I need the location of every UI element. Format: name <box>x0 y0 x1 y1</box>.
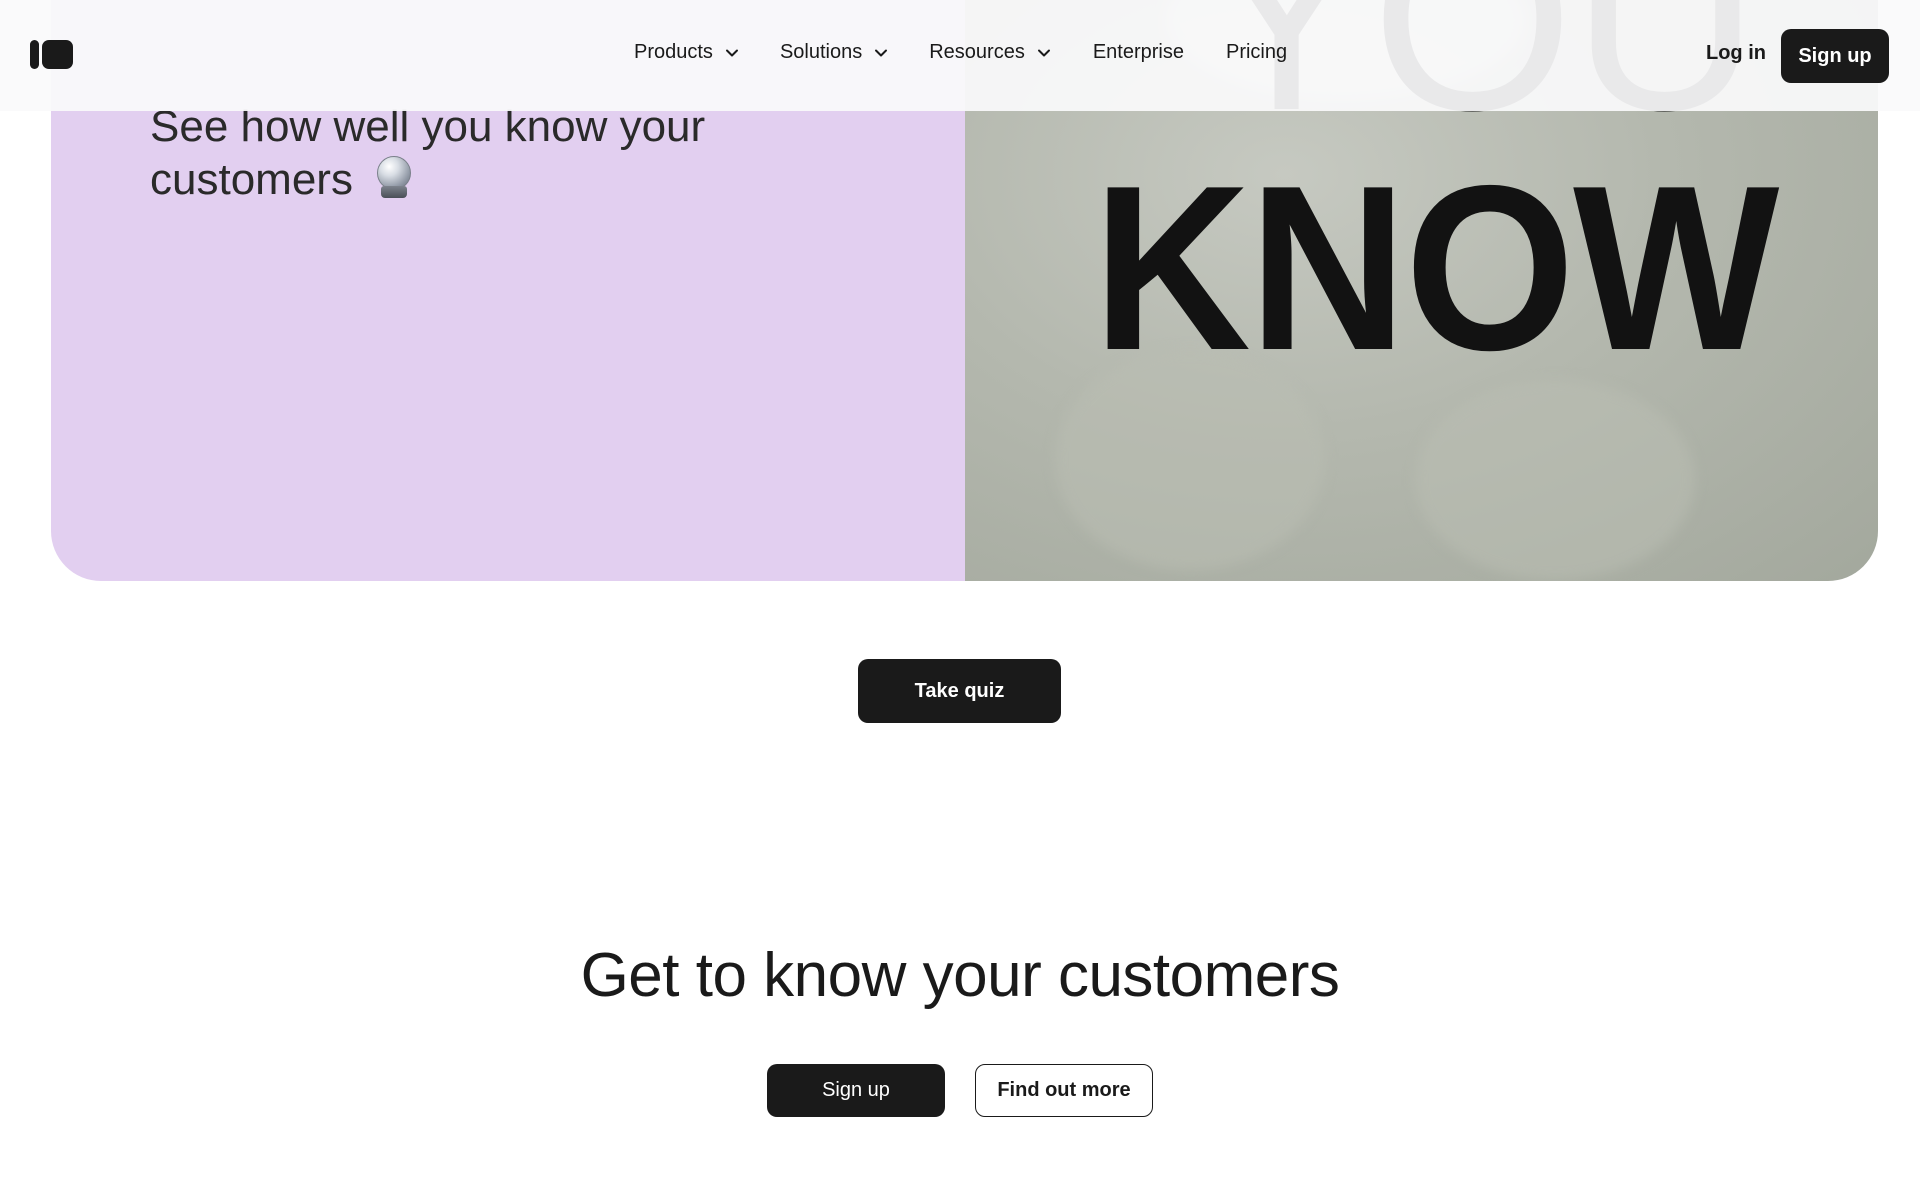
nav-item-label: Solutions <box>779 41 863 63</box>
cta-headline: Get to know your customers <box>580 941 1340 1010</box>
nav-item-resources[interactable]: Resources <box>929 41 1051 64</box>
signup-button[interactable]: Sign up <box>767 1064 945 1117</box>
top-nav: Products Solutions Resources Enterprise … <box>0 0 1920 111</box>
nav-item-products[interactable]: Products <box>634 41 739 64</box>
nav-item-enterprise[interactable]: Enterprise <box>1093 41 1184 64</box>
nav-item-pricing[interactable]: Pricing <box>1226 41 1287 64</box>
crystal-ball-icon <box>375 156 413 200</box>
chevron-down-icon <box>875 49 888 56</box>
take-quiz-button[interactable]: Take quiz <box>858 659 1061 723</box>
nav-item-label: Resources <box>929 41 1025 63</box>
chevron-down-icon <box>725 49 738 56</box>
hero-text: See how well you know your customers <box>150 100 850 206</box>
hero-text-copy: See how well you know your customers <box>150 102 706 204</box>
nav-item-solutions[interactable]: Solutions <box>780 41 888 64</box>
video-word-know: KNOW <box>1093 136 1779 399</box>
nav-item-label: Enterprise <box>1092 41 1184 63</box>
chevron-down-icon <box>1037 49 1050 56</box>
nav-item-label: Pricing <box>1225 41 1288 63</box>
nav-links: Products Solutions Resources Enterprise … <box>634 41 1287 64</box>
intercom-logo-icon[interactable] <box>30 40 73 69</box>
nav-item-label: Products <box>634 41 713 63</box>
signup-button-header[interactable]: Sign up <box>1781 29 1889 83</box>
find-out-more-button[interactable]: Find out more <box>975 1064 1153 1117</box>
login-link[interactable]: Log in <box>1706 42 1766 65</box>
